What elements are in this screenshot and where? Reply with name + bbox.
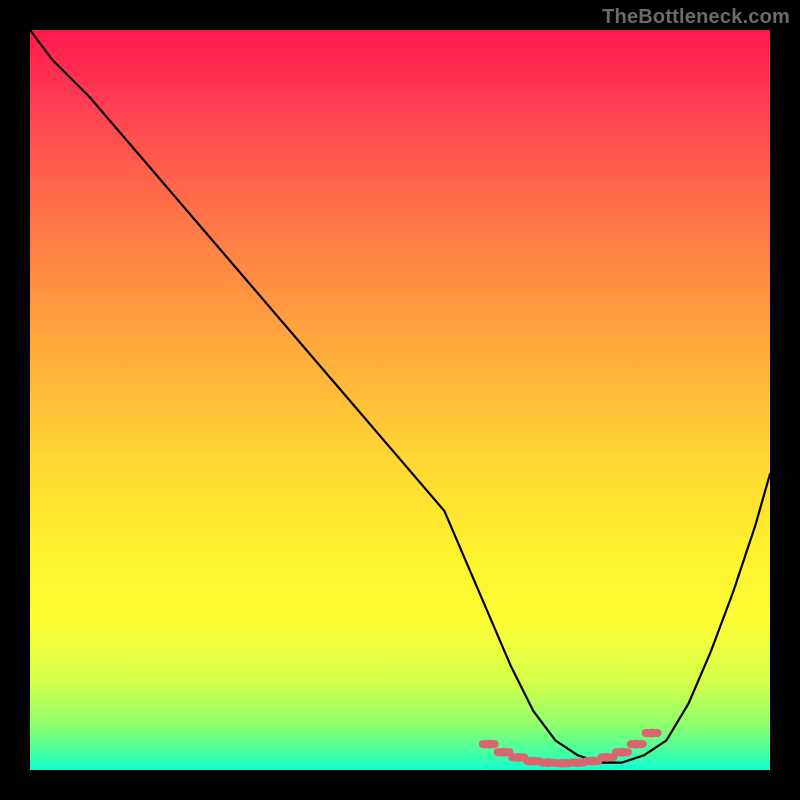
highlight-dot — [514, 753, 523, 762]
highlight-dot — [544, 758, 553, 767]
highlight-dot — [573, 758, 582, 767]
highlight-dot — [588, 757, 597, 766]
highlight-dot — [484, 740, 493, 749]
highlight-dot — [632, 740, 641, 749]
highlight-dot — [618, 748, 627, 757]
chart-stage: TheBottleneck.com — [0, 0, 800, 800]
highlight-dot — [499, 748, 508, 757]
watermark-text: TheBottleneck.com — [602, 6, 790, 29]
highlight-dot — [647, 729, 656, 738]
highlight-valley-group — [483, 729, 658, 768]
highlight-dot — [529, 757, 538, 766]
highlight-dot — [603, 753, 612, 762]
plot-area — [30, 30, 770, 770]
bottleneck-curve-path — [30, 30, 770, 763]
curve-svg — [30, 30, 770, 770]
highlight-dot — [558, 759, 567, 768]
